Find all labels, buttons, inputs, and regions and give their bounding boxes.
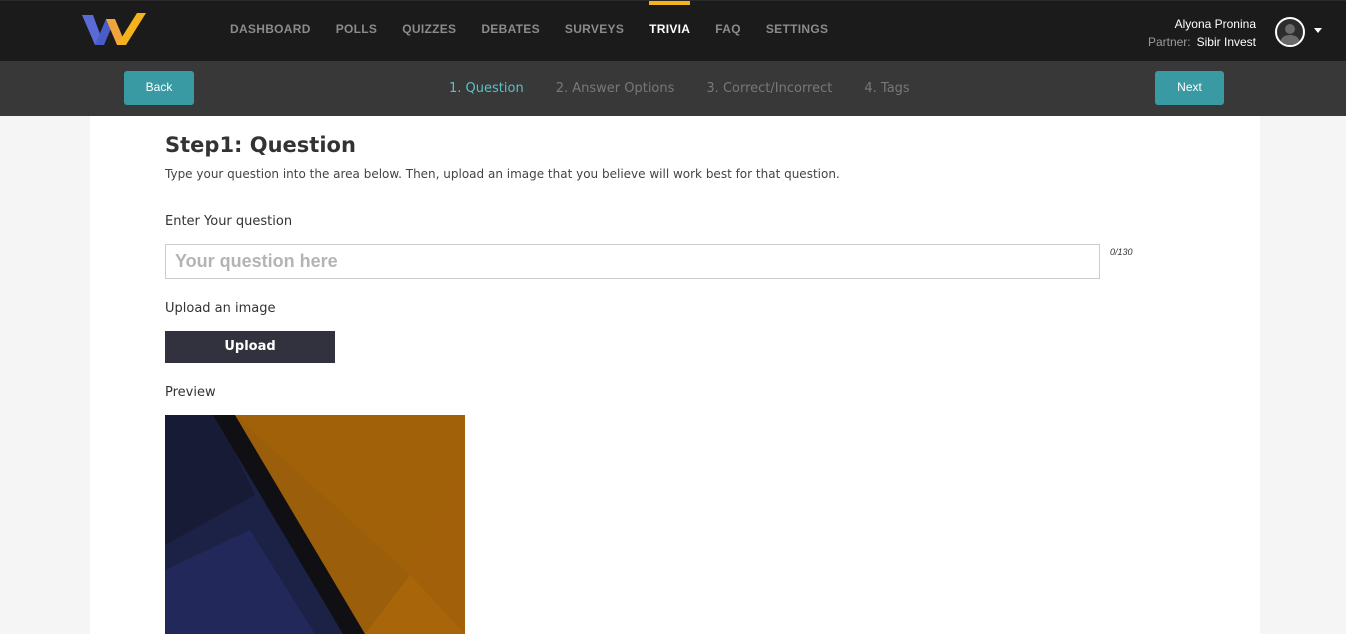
w-logo-icon[interactable] bbox=[82, 11, 148, 49]
user-name: Alyona Pronina bbox=[1174, 17, 1256, 31]
back-button[interactable]: Back bbox=[124, 71, 194, 105]
page-subtitle: Type your question into the area below. … bbox=[165, 167, 840, 181]
main-nav: DASHBOARD POLLS QUIZZES DEBATES SURVEYS TRIVI… bbox=[230, 1, 853, 62]
partner-name: Sibir Invest bbox=[1196, 35, 1256, 49]
char-counter: 0/130 bbox=[1110, 247, 1133, 257]
nav-item-polls[interactable]: POLLS bbox=[336, 1, 378, 62]
wizard-steps: 1. Question 2. Answer Options 3. Correct/I… bbox=[449, 61, 942, 116]
user-info: Alyona Pronina Partner: Sibir Invest bbox=[1148, 17, 1256, 49]
upload-label: Upload an image bbox=[165, 301, 276, 316]
nav-item-debates[interactable]: DEBATES bbox=[481, 1, 540, 62]
preview-image bbox=[165, 415, 465, 634]
caret-down-icon[interactable] bbox=[1314, 28, 1322, 33]
wizard-step-2[interactable]: 2. Answer Options bbox=[556, 61, 675, 116]
nav-item-faq[interactable]: FAQ bbox=[715, 1, 741, 62]
top-navbar: DASHBOARD POLLS QUIZZES DEBATES SURVEYS TRIVI… bbox=[0, 0, 1346, 61]
partner-label: Partner: bbox=[1147, 35, 1191, 49]
partner-line: Partner: Sibir Invest bbox=[1148, 35, 1256, 49]
nav-item-trivia[interactable]: TRIVIA bbox=[649, 1, 691, 62]
next-button[interactable]: Next bbox=[1155, 71, 1224, 105]
preview-label: Preview bbox=[165, 385, 216, 400]
wizard-step-3[interactable]: 3. Correct/Incorrect bbox=[706, 61, 832, 116]
wizard-step-1[interactable]: 1. Question bbox=[449, 61, 524, 116]
nav-item-settings[interactable]: SETTINGS bbox=[766, 1, 828, 62]
nav-item-dashboard[interactable]: DASHBOARD bbox=[230, 1, 311, 62]
nav-item-quizzes[interactable]: QUIZZES bbox=[402, 1, 456, 62]
nav-item-surveys[interactable]: SURVEYS bbox=[565, 1, 624, 62]
user-avatar-icon[interactable] bbox=[1275, 17, 1305, 47]
wizard-step-4[interactable]: 4. Tags bbox=[864, 61, 909, 116]
content-panel: Step1: Question Type your question into … bbox=[90, 116, 1260, 634]
question-input[interactable] bbox=[165, 244, 1100, 279]
question-label: Enter Your question bbox=[165, 214, 293, 229]
upload-button[interactable]: Upload bbox=[165, 331, 335, 363]
wizard-stepbar: Back 1. Question 2. Answer Options 3. Corr… bbox=[0, 61, 1346, 116]
page-title: Step1: Question bbox=[165, 133, 356, 157]
